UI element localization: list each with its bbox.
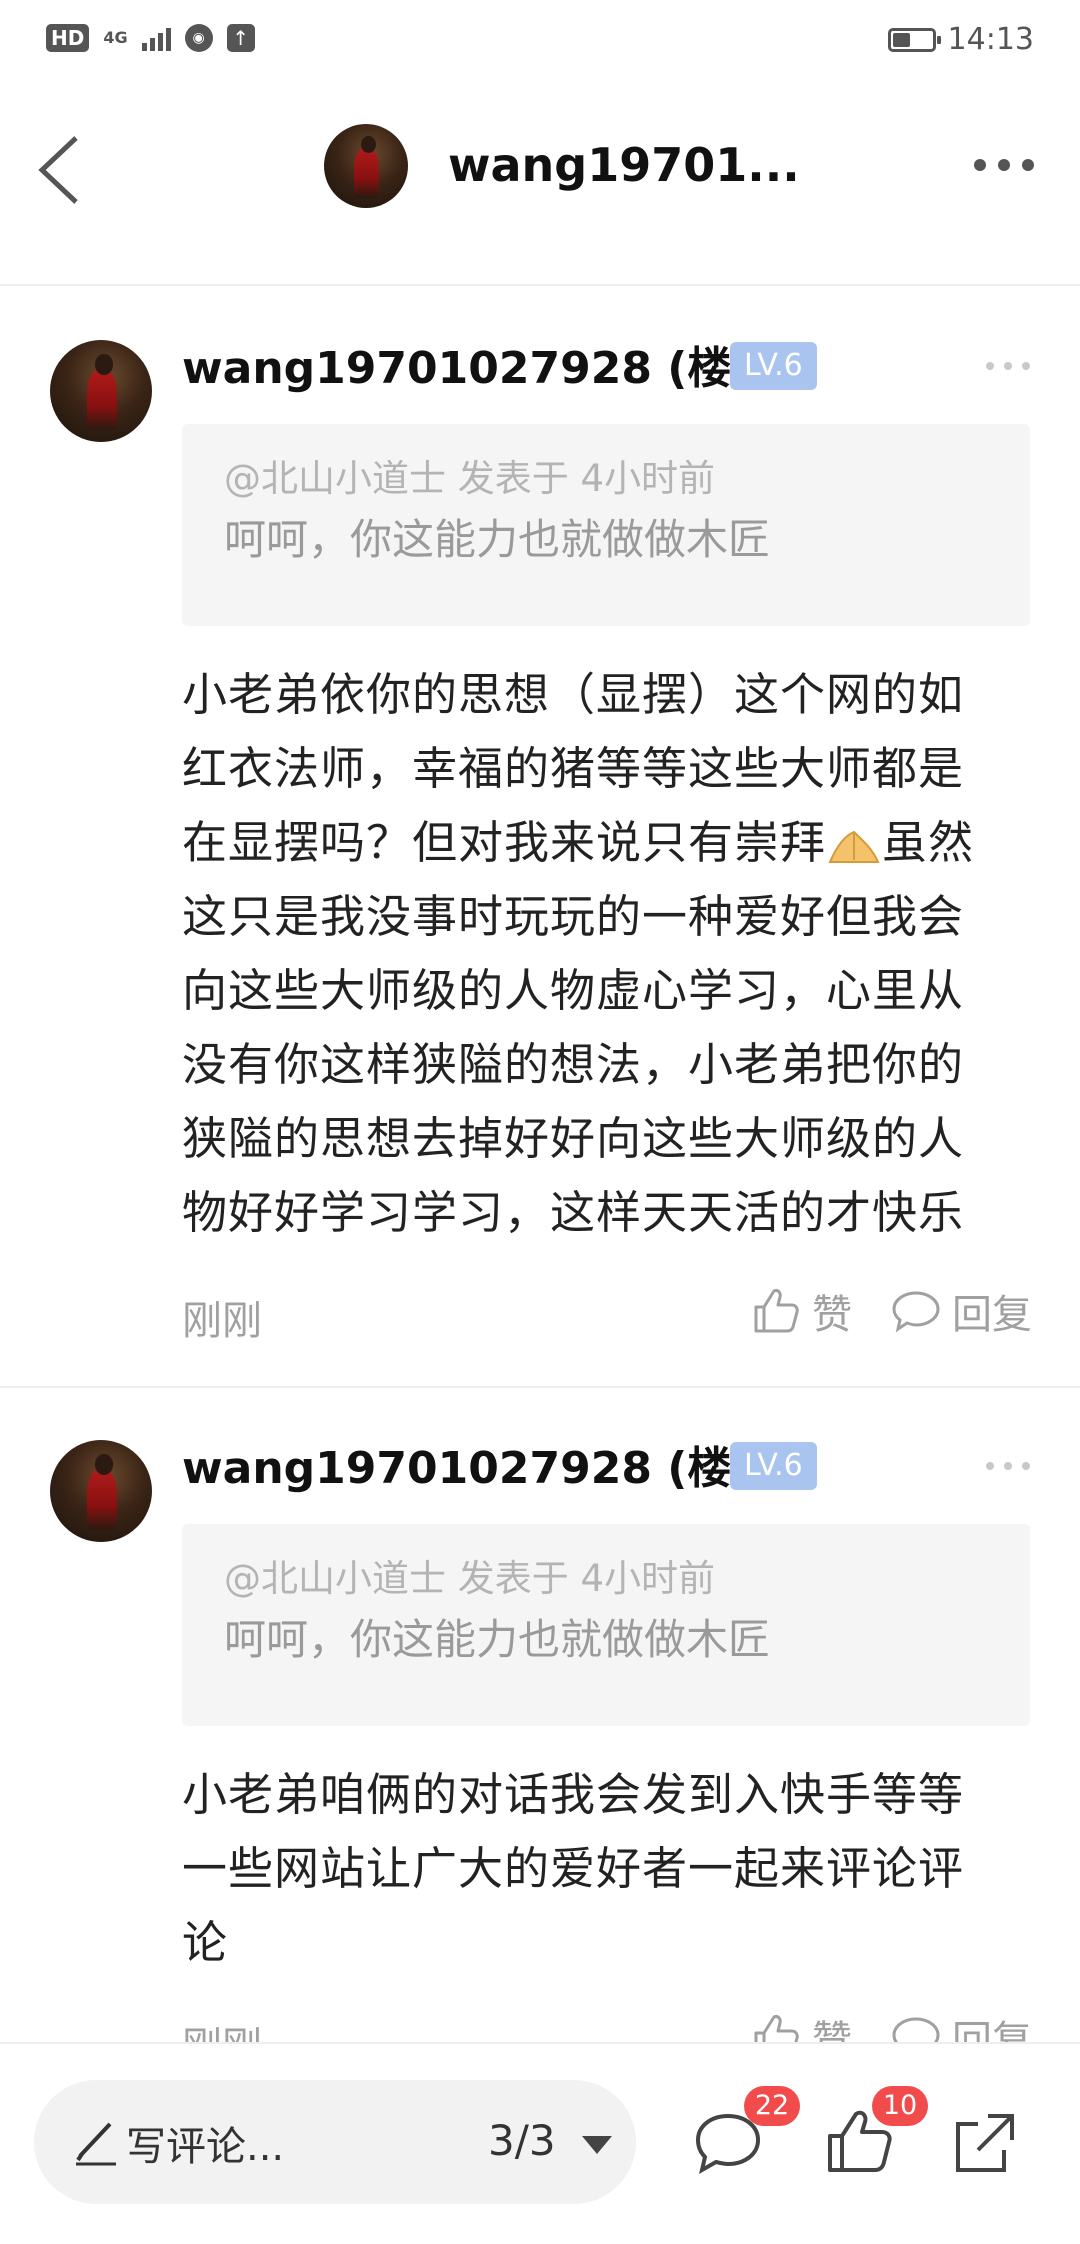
dot-icon (1022, 362, 1030, 370)
comment-body: 小老弟依你的思想（显摆）这个网的如 红衣法师，幸福的猪等等这些大师都是 在显摆吗… (182, 658, 1022, 1250)
comment-line-text: 在显摆吗？但对我来说只有崇拜 (182, 816, 827, 869)
comment-line: 红衣法师，幸福的猪等等这些大师都是 (182, 742, 965, 795)
thumbs-up-icon (754, 2015, 799, 2042)
caret-down-icon[interactable] (582, 2136, 612, 2154)
dot-icon (1022, 1462, 1030, 1470)
signal-icon (141, 25, 171, 51)
reply-label: 回复 (952, 2018, 1032, 2042)
more-options-button[interactable] (974, 150, 1034, 180)
comment-username[interactable]: wang19701027928 (楼... (182, 1432, 782, 1496)
clock: 14:13 (947, 22, 1034, 57)
like-button[interactable]: 赞 (750, 1282, 852, 1340)
avatar[interactable] (50, 340, 152, 442)
dot-icon (986, 1462, 994, 1470)
quote-meta: @北山小道士 发表于 4小时前 (224, 1557, 716, 1600)
write-comment-input[interactable]: 写评论... 3/3 (34, 2080, 636, 2204)
page-indicator[interactable]: 3/3 (488, 2116, 556, 2165)
battery-icon (887, 27, 941, 52)
comment-line: 狭隘的思想去掉好好向这些大师级的人 (182, 1112, 965, 1165)
like-count-badge: 10 (872, 2086, 928, 2126)
dot-icon (974, 159, 986, 171)
share-icon (956, 2114, 1014, 2172)
comment-line: 论 (182, 1916, 229, 1969)
share-button[interactable] (948, 2104, 1024, 2180)
comment-time: 刚刚 (182, 2014, 262, 2042)
comment-bubble-icon (892, 1291, 940, 1333)
comment-line: 这只是我没事时玩玩的一种爱好但我会 (182, 890, 965, 943)
page-title: wang19701... (448, 138, 800, 192)
comment-actions: 赞 回复 (750, 1282, 1032, 1340)
comment-time: 刚刚 (182, 1298, 262, 1344)
dot-icon (1004, 362, 1012, 370)
dot-icon (986, 362, 994, 370)
level-badge: LV.6 (730, 342, 817, 390)
comment-item: wang19701027928 (楼... LV.6 @北山小道士 发表于 4小… (0, 1386, 1080, 2042)
avatar[interactable] (50, 1440, 152, 1542)
comment-line: 小老弟依你的思想（显摆）这个网的如 (182, 668, 965, 721)
upload-icon: ↑ (226, 24, 255, 52)
comment-count-badge: 22 (744, 2086, 800, 2126)
comment-bubble-icon (892, 2017, 940, 2042)
quoted-comment[interactable]: @北山小道士 发表于 4小时前 呵呵，你这能力也就做做木匠 (182, 1524, 1030, 1726)
like-button[interactable]: 赞 (750, 2008, 852, 2042)
comment-line: 向这些大师级的人物虚心学习，心里从 (182, 964, 965, 1017)
quoted-comment[interactable]: @北山小道士 发表于 4小时前 呵呵，你这能力也就做做木匠 (182, 424, 1030, 626)
praying-hands-emoji-icon (828, 830, 880, 863)
dot-icon (1022, 159, 1034, 171)
comment-line: 小老弟咱俩的对话我会发到入快手等等 (182, 1768, 965, 1821)
comment-line: 在显摆吗？但对我来说只有崇拜 虽然 (182, 806, 1022, 880)
status-bar: HD 4G ◉ ↑ 14:13 (0, 0, 1080, 86)
comment-item: wang19701027928 (楼... LV.6 @北山小道士 发表于 4小… (0, 286, 1080, 1386)
network-type-label: 4G (103, 28, 128, 47)
write-comment-placeholder: 写评论... (126, 2124, 285, 2170)
comment-line: 没有你这样狭隘的想法，小老弟把你的 (182, 1038, 965, 1091)
comment-username[interactable]: wang19701027928 (楼... (182, 332, 782, 396)
like-label: 赞 (812, 1292, 852, 1338)
reply-label: 回复 (952, 1292, 1032, 1338)
dot-icon (1004, 1462, 1012, 1470)
comment-line: 一些网站让广大的爱好者一起来评论评 (182, 1842, 965, 1895)
hd-icon: HD (46, 24, 90, 52)
level-badge: LV.6 (730, 1442, 817, 1490)
header: wang19701... (0, 86, 1080, 286)
comment-more-button[interactable] (986, 362, 1030, 374)
quote-text: 呵呵，你这能力也就做做木匠 (224, 1615, 771, 1664)
comment-line-text: 虽然 (882, 816, 975, 869)
comment-body: 小老弟咱俩的对话我会发到入快手等等 一些网站让广大的爱好者一起来评论评 论 (182, 1758, 1022, 1980)
comment-line: 物好好学习学习，这样天天活的才快乐 (182, 1186, 965, 1239)
reply-button[interactable]: 回复 (890, 1282, 1032, 1340)
like-label: 赞 (812, 2018, 852, 2042)
thumbs-up-icon (754, 1289, 799, 1333)
audio-icon: ◉ (184, 24, 213, 52)
quote-meta: @北山小道士 发表于 4小时前 (224, 457, 716, 500)
pencil-icon (76, 2122, 116, 2166)
quote-text: 呵呵，你这能力也就做做木匠 (224, 515, 771, 564)
bottom-bar: 写评论... 3/3 22 10 (0, 2042, 1080, 2244)
page: HD 4G ◉ ↑ 14:13 wang19701... wang1970102… (0, 0, 1080, 2244)
dot-icon (998, 159, 1010, 171)
reply-button[interactable]: 回复 (890, 2008, 1032, 2042)
header-avatar[interactable] (324, 124, 408, 208)
comment-more-button[interactable] (986, 1462, 1030, 1474)
comment-actions: 赞 回复 (750, 2008, 1032, 2042)
chevron-left-icon (38, 136, 78, 204)
back-button[interactable] (30, 130, 90, 210)
